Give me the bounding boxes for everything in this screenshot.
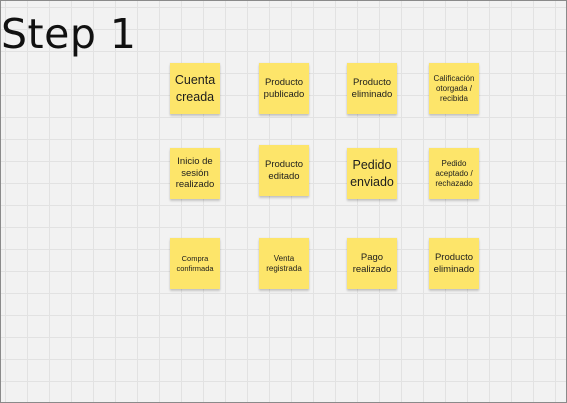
sticky-note[interactable]: Pedido enviado — [347, 148, 397, 199]
sticky-note[interactable]: Compra confirmada — [170, 238, 220, 289]
sticky-note[interactable]: Inicio de sesión realizado — [170, 148, 220, 199]
sticky-note-text: Producto publicado — [263, 76, 305, 100]
sticky-note-text: Calificación otorgada / recibida — [433, 73, 475, 103]
sticky-note-text: Venta registrada — [266, 253, 302, 273]
sticky-note[interactable]: Producto eliminado — [347, 63, 397, 114]
sticky-note-text: Producto eliminado — [433, 251, 475, 275]
sticky-note-text: Producto eliminado — [351, 76, 393, 100]
sticky-note-text: Inicio de sesión realizado — [175, 155, 215, 191]
sticky-note-text: Pago realizado — [352, 251, 392, 275]
sticky-note-text: Pedido aceptado / rechazado — [435, 158, 473, 188]
whiteboard-canvas[interactable]: Step 1 Cuenta creada Producto publicado … — [0, 0, 567, 403]
sticky-note[interactable]: Calificación otorgada / recibida — [429, 63, 479, 114]
sticky-note[interactable]: Cuenta creada — [170, 63, 220, 114]
sticky-note-text: Compra confirmada — [176, 254, 214, 273]
sticky-note[interactable]: Producto eliminado — [429, 238, 479, 289]
sticky-note[interactable]: Pago realizado — [347, 238, 397, 289]
sticky-note[interactable]: Venta registrada — [259, 238, 309, 289]
sticky-note[interactable]: Producto editado — [259, 145, 309, 196]
sticky-note-text: Producto editado — [264, 158, 304, 182]
sticky-note[interactable]: Pedido aceptado / rechazado — [429, 148, 479, 199]
sticky-note-text: Cuenta creada — [174, 73, 216, 104]
frame-title[interactable]: Step 1 — [1, 9, 136, 59]
sticky-note[interactable]: Producto publicado — [259, 63, 309, 114]
sticky-note-text: Pedido enviado — [350, 158, 394, 189]
